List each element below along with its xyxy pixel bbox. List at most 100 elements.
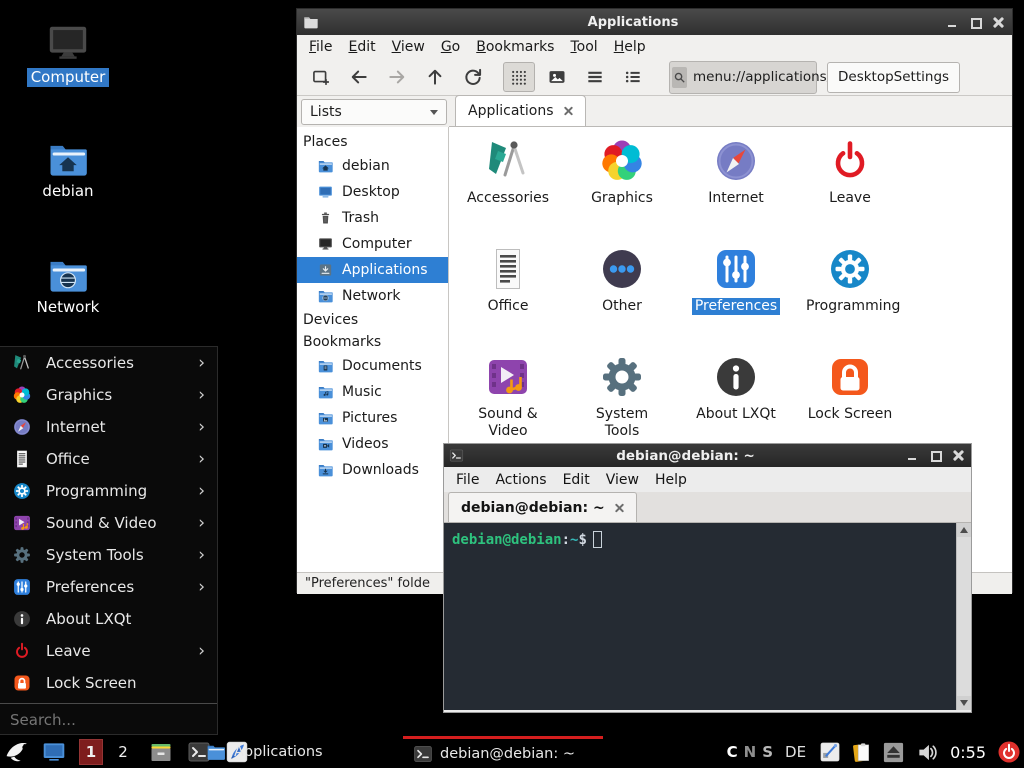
menu-item-sound-video[interactable]: Sound & Video › — [0, 507, 217, 539]
workspace-2-button[interactable]: 2 — [111, 739, 135, 765]
sidebar-item-network[interactable]: Network — [297, 283, 448, 309]
sidebar-item-debian[interactable]: debian — [297, 153, 448, 179]
terminal-scrollbar[interactable] — [956, 523, 971, 710]
removable-media-button[interactable] — [882, 741, 905, 764]
menu-file[interactable]: File — [301, 37, 340, 57]
maximize-button[interactable] — [970, 17, 981, 28]
minimize-button[interactable] — [947, 17, 958, 28]
reload-button[interactable] — [457, 62, 489, 92]
sidebar-item-documents[interactable]: Documents — [297, 353, 448, 379]
main-menu-button[interactable] — [4, 740, 29, 765]
fm-sidebar: Places debian Desktop Trash Computer — [297, 127, 449, 572]
app-category-accessories[interactable]: Accessories — [451, 133, 565, 241]
menu-bookmarks[interactable]: Bookmarks — [468, 37, 562, 57]
menu-tool[interactable]: Tool — [562, 37, 605, 57]
desktop-settings-button[interactable]: DesktopSettings — [827, 62, 960, 93]
search-chip[interactable] — [672, 67, 687, 88]
terminal-console[interactable]: debian@debian : ~ $ — [444, 523, 971, 710]
quicklaunch-file-manager[interactable] — [149, 740, 173, 764]
app-category-internet[interactable]: Internet — [679, 133, 793, 241]
app-category-preferences[interactable]: Preferences — [679, 241, 793, 349]
app-category-other[interactable]: Other — [565, 241, 679, 349]
sidebar-item-desktop[interactable]: Desktop — [297, 179, 448, 205]
menu-item-programming[interactable]: Programming › — [0, 475, 217, 507]
menu-item-internet[interactable]: Internet › — [0, 411, 217, 443]
volume-button[interactable] — [916, 741, 939, 764]
menu-actions[interactable]: Actions — [487, 470, 554, 490]
terminal-tab[interactable]: debian@debian: ~ — [448, 492, 637, 522]
clipboard-tray-button[interactable] — [850, 741, 873, 764]
forward-button[interactable] — [381, 62, 413, 92]
show-desktop-button[interactable] — [41, 739, 67, 765]
submenu-arrow-icon: › — [198, 643, 205, 660]
menu-go[interactable]: Go — [433, 37, 468, 57]
menu-item-graphics[interactable]: Graphics › — [0, 379, 217, 411]
up-button[interactable] — [419, 62, 451, 92]
menu-item-preferences[interactable]: Preferences › — [0, 571, 217, 603]
menu-item-about-lxqt[interactable]: About LXQt — [0, 603, 217, 635]
menu-view[interactable]: View — [384, 37, 433, 57]
scroll-up-button[interactable] — [957, 523, 971, 537]
desktop-icon-network[interactable]: Network — [20, 254, 116, 317]
detailed-view-button[interactable] — [617, 62, 649, 92]
sidebar-item-downloads[interactable]: Downloads — [297, 457, 448, 483]
menu-help[interactable]: Help — [606, 37, 654, 57]
sidebar-item-computer[interactable]: Computer — [297, 231, 448, 257]
path-bar[interactable]: menu://applications/ — [669, 61, 817, 94]
back-button[interactable] — [343, 62, 375, 92]
tab-close-icon[interactable] — [615, 503, 624, 512]
minimize-button[interactable] — [907, 450, 918, 461]
leave-button[interactable] — [997, 740, 1021, 764]
keyboard-layout-indicator[interactable]: DE — [785, 743, 806, 761]
app-category-system-tools[interactable]: System Tools — [565, 349, 679, 457]
tab-close-icon[interactable] — [564, 107, 573, 116]
icon-view-button[interactable] — [503, 62, 535, 92]
documents-folder-icon — [317, 358, 334, 374]
close-button[interactable] — [993, 17, 1004, 28]
menu-item-lock-screen[interactable]: Lock Screen — [0, 667, 217, 699]
desktop-icon-computer[interactable]: Computer — [20, 20, 116, 87]
sidebar-item-pictures[interactable]: Pictures — [297, 405, 448, 431]
app-category-graphics[interactable]: Graphics — [565, 133, 679, 241]
task-button-terminal[interactable]: debian@debian: ~ — [403, 736, 603, 768]
terminal-titlebar[interactable]: debian@debian: ~ — [444, 444, 971, 467]
fm-titlebar[interactable]: Applications — [297, 9, 1012, 35]
thumbnail-view-button[interactable] — [541, 62, 573, 92]
sidebar-item-videos[interactable]: Videos — [297, 431, 448, 457]
menu-item-office[interactable]: Office › — [0, 443, 217, 475]
sidebar-item-music[interactable]: Music — [297, 379, 448, 405]
app-category-office[interactable]: Office — [451, 241, 565, 349]
app-category-programming[interactable]: Programming — [793, 241, 907, 349]
network-folder-icon — [317, 288, 334, 304]
app-category-leave[interactable]: Leave — [793, 133, 907, 241]
start-menu: Accessories › Graphics › Internet › Offi… — [0, 346, 218, 735]
screenshot-tray-button[interactable] — [819, 741, 841, 763]
workspace-1-button[interactable]: 1 — [79, 739, 103, 765]
compact-view-button[interactable] — [579, 62, 611, 92]
menu-item-leave[interactable]: Leave › — [0, 635, 217, 667]
side-pane-selector[interactable]: Lists — [301, 99, 447, 125]
sidebar-item-trash[interactable]: Trash — [297, 205, 448, 231]
menu-edit[interactable]: Edit — [555, 470, 598, 490]
menu-search-input[interactable] — [0, 704, 227, 729]
task-button-applications[interactable]: Applications — [205, 736, 323, 768]
menu-file[interactable]: File — [448, 470, 487, 490]
menu-help[interactable]: Help — [647, 470, 695, 490]
path-text[interactable]: menu://applications/ — [693, 69, 831, 85]
sidebar-item-applications[interactable]: Applications — [297, 257, 448, 283]
app-category-lock-screen[interactable]: Lock Screen — [793, 349, 907, 457]
menu-edit[interactable]: Edit — [340, 37, 383, 57]
app-category-sound-video[interactable]: Sound & Video — [451, 349, 565, 457]
menu-view[interactable]: View — [598, 470, 647, 490]
new-tab-button[interactable] — [305, 62, 337, 92]
scroll-down-button[interactable] — [957, 696, 971, 710]
menu-item-accessories[interactable]: Accessories › — [0, 347, 217, 379]
tab-applications[interactable]: Applications — [455, 95, 586, 126]
app-category-about-lxqt[interactable]: About LXQt — [679, 349, 793, 457]
clock[interactable]: 0:55 — [950, 743, 986, 762]
menu-item-system-tools[interactable]: System Tools › — [0, 539, 217, 571]
submenu-arrow-icon: › — [198, 547, 205, 564]
maximize-button[interactable] — [930, 450, 941, 461]
desktop-icon-home[interactable]: debian — [20, 138, 116, 201]
close-button[interactable] — [953, 450, 964, 461]
